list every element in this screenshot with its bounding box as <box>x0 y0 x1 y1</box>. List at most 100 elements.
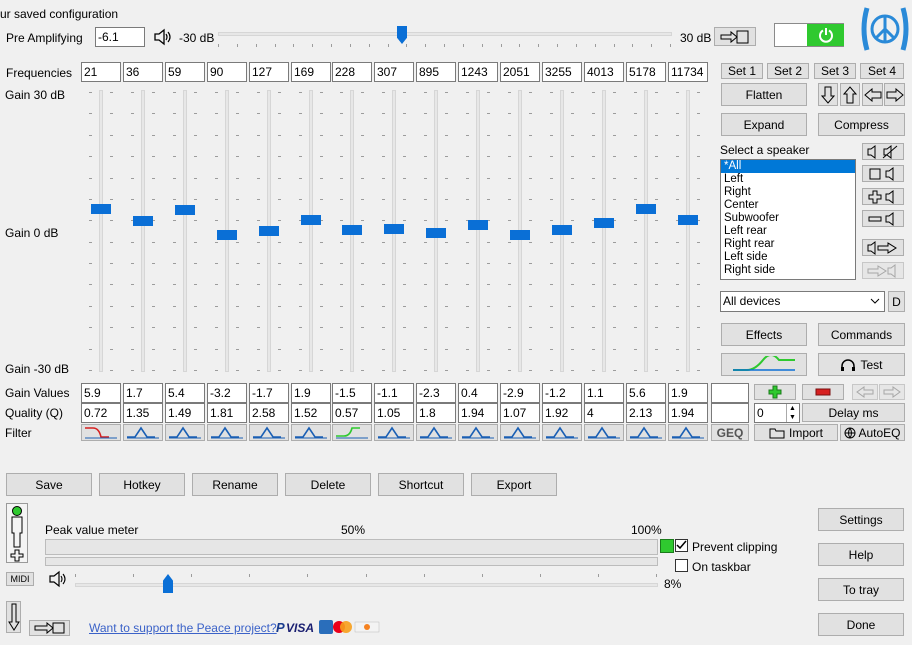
eq-band-thumb[interactable] <box>552 225 572 235</box>
pre-amp-input[interactable]: -6.1 <box>95 27 145 47</box>
filter-type-button[interactable] <box>207 424 247 441</box>
quality-input[interactable]: 2.58 <box>249 403 289 423</box>
frequency-input[interactable]: 2051 <box>500 62 540 82</box>
delay-button[interactable]: Delay ms <box>802 403 905 422</box>
set-3-button[interactable]: Set 3 <box>814 63 856 79</box>
filter-type-button[interactable] <box>668 424 708 441</box>
frequency-input[interactable]: 90 <box>207 62 247 82</box>
set-1-button[interactable]: Set 1 <box>721 63 763 79</box>
filter-type-button[interactable] <box>81 424 121 441</box>
speaker-mute-icon[interactable] <box>862 143 904 160</box>
quality-extra-input[interactable] <box>711 403 749 423</box>
help-button[interactable]: Help <box>818 543 904 566</box>
gain-value-input[interactable]: 0.4 <box>458 383 498 403</box>
eq-band-slider[interactable] <box>634 90 658 372</box>
power-toggle[interactable] <box>774 23 844 47</box>
volume-icon[interactable] <box>48 570 68 591</box>
down-arrow-icon[interactable] <box>6 601 21 633</box>
eq-band-slider[interactable] <box>676 90 700 372</box>
quality-input[interactable]: 2.13 <box>626 403 666 423</box>
frequency-input[interactable]: 895 <box>416 62 456 82</box>
on-taskbar-checkbox[interactable] <box>675 559 688 572</box>
curve-view-icon[interactable] <box>721 353 807 376</box>
quality-input[interactable]: 1.07 <box>500 403 540 423</box>
filter-type-button[interactable] <box>165 424 205 441</box>
support-link[interactable]: Want to support the Peace project? <box>89 621 277 635</box>
gain-value-input[interactable]: -2.3 <box>416 383 456 403</box>
frequency-input[interactable]: 127 <box>249 62 289 82</box>
eq-band-slider[interactable] <box>592 90 616 372</box>
arrow-down-icon[interactable] <box>818 83 838 106</box>
gain-value-input[interactable]: 1.1 <box>584 383 624 403</box>
speaker-minus-icon[interactable] <box>862 210 904 227</box>
export-button[interactable]: Export <box>471 473 557 496</box>
frequency-input[interactable]: 169 <box>291 62 331 82</box>
speaker-list-item[interactable]: Left rear <box>721 225 855 238</box>
quality-input[interactable]: 1.92 <box>542 403 582 423</box>
quality-input[interactable]: 1.52 <box>291 403 331 423</box>
frequency-input[interactable]: 36 <box>123 62 163 82</box>
to-tray-button[interactable]: To tray <box>818 578 904 601</box>
stepper-icon[interactable]: ▲ ▼ <box>786 404 798 422</box>
gain-value-input[interactable]: -1.2 <box>542 383 582 403</box>
eq-band-thumb[interactable] <box>175 205 195 215</box>
eq-band-thumb[interactable] <box>384 224 404 234</box>
quality-input[interactable]: 0.57 <box>332 403 372 423</box>
filter-type-button[interactable] <box>249 424 289 441</box>
delay-input[interactable]: 0 ▲ ▼ <box>754 403 800 423</box>
devices-dropdown[interactable]: All devices <box>720 291 885 312</box>
gain-extra-input[interactable] <box>711 383 749 403</box>
remove-filter-icon[interactable] <box>802 384 844 400</box>
frequency-input[interactable]: 11734 <box>668 62 708 82</box>
eq-band-thumb[interactable] <box>301 215 321 225</box>
frequency-input[interactable]: 1243 <box>458 62 498 82</box>
save-button[interactable]: Save <box>6 473 92 496</box>
gain-value-input[interactable]: 1.7 <box>123 383 163 403</box>
speaker-plus-icon[interactable] <box>862 188 904 205</box>
autoeq-button[interactable]: AutoEQ <box>840 424 905 441</box>
quality-input[interactable]: 1.05 <box>374 403 414 423</box>
set-4-button[interactable]: Set 4 <box>860 63 904 79</box>
eq-band-thumb[interactable] <box>594 218 614 228</box>
quality-input[interactable]: 1.49 <box>165 403 205 423</box>
done-button[interactable]: Done <box>818 613 904 636</box>
compress-button[interactable]: Compress <box>818 113 905 136</box>
eq-band-slider[interactable] <box>508 90 532 372</box>
device-d-button[interactable]: D <box>888 291 905 312</box>
speaker-list-item[interactable]: Left <box>721 173 855 186</box>
eq-band-thumb[interactable] <box>133 216 153 226</box>
arrow-into-box-icon[interactable] <box>714 27 756 46</box>
gain-value-input[interactable]: -2.9 <box>500 383 540 403</box>
eq-band-slider[interactable] <box>424 90 448 372</box>
eq-band-thumb[interactable] <box>217 230 237 240</box>
eq-band-slider[interactable] <box>382 90 406 372</box>
eq-band-thumb[interactable] <box>468 220 488 230</box>
eq-band-slider[interactable] <box>466 90 490 372</box>
shortcut-button[interactable]: Shortcut <box>378 473 464 496</box>
gain-value-input[interactable]: -1.7 <box>249 383 289 403</box>
filter-type-button[interactable] <box>123 424 163 441</box>
filter-type-button[interactable] <box>584 424 624 441</box>
gain-value-input[interactable]: 5.9 <box>81 383 121 403</box>
filter-type-button[interactable] <box>332 424 372 441</box>
test-button[interactable]: Test <box>818 353 905 376</box>
filter-type-button[interactable] <box>500 424 540 441</box>
quality-input[interactable]: 1.94 <box>458 403 498 423</box>
arrow-into-box-small-icon[interactable] <box>29 620 70 636</box>
filter-type-button[interactable] <box>374 424 414 441</box>
filter-arrow-left-icon[interactable] <box>852 384 878 400</box>
arrow-up-icon[interactable] <box>840 83 860 106</box>
quality-input[interactable]: 1.35 <box>123 403 163 423</box>
prevent-clipping-checkbox[interactable] <box>675 539 688 552</box>
gain-value-input[interactable]: 1.9 <box>668 383 708 403</box>
frequency-input[interactable]: 3255 <box>542 62 582 82</box>
eq-band-thumb[interactable] <box>636 204 656 214</box>
quality-input[interactable]: 0.72 <box>81 403 121 423</box>
quality-input[interactable]: 4 <box>584 403 624 423</box>
eq-band-slider[interactable] <box>299 90 323 372</box>
arrow-right-icon[interactable] <box>884 83 905 106</box>
filter-type-button[interactable] <box>458 424 498 441</box>
frequency-input[interactable]: 59 <box>165 62 205 82</box>
frequency-input[interactable]: 228 <box>332 62 372 82</box>
midi-button[interactable]: MIDI <box>6 572 34 586</box>
